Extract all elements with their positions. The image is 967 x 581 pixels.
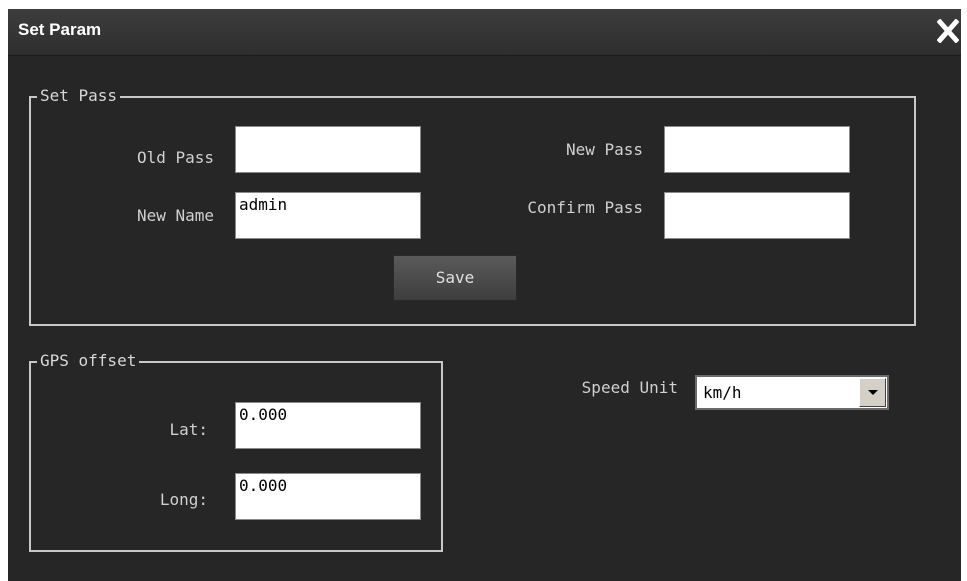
chevron-down-icon[interactable]: [859, 378, 886, 407]
set-param-dialog: Set Param Set Pass Old Pass New Pass New…: [8, 9, 961, 581]
gps-offset-group: GPS offset: [29, 351, 443, 552]
close-icon: [936, 18, 960, 44]
confirm-pass-label: Confirm Pass: [527, 198, 643, 217]
set-pass-legend: Set Pass: [37, 86, 121, 106]
title-bar[interactable]: Set Param: [8, 9, 961, 56]
long-input[interactable]: 0.000: [235, 473, 421, 520]
speed-unit-label: Speed Unit: [581, 378, 678, 397]
confirm-pass-input[interactable]: [664, 192, 850, 239]
save-button[interactable]: Save: [393, 255, 517, 301]
close-button[interactable]: [936, 18, 960, 44]
new-name-input[interactable]: admin: [235, 192, 421, 239]
dialog-title: Set Param: [18, 20, 102, 39]
old-pass-label: Old Pass: [136, 148, 214, 167]
lat-label: Lat:: [169, 420, 208, 439]
gps-offset-legend: GPS offset: [37, 351, 140, 371]
speed-unit-value: km/h: [703, 383, 742, 402]
new-name-label: New Name: [136, 206, 214, 225]
new-pass-label: New Pass: [565, 140, 643, 159]
new-pass-input[interactable]: [664, 126, 850, 173]
speed-unit-select[interactable]: km/h: [695, 375, 889, 410]
long-label: Long:: [159, 490, 208, 509]
lat-input[interactable]: 0.000: [235, 402, 421, 449]
old-pass-input[interactable]: [235, 126, 421, 173]
